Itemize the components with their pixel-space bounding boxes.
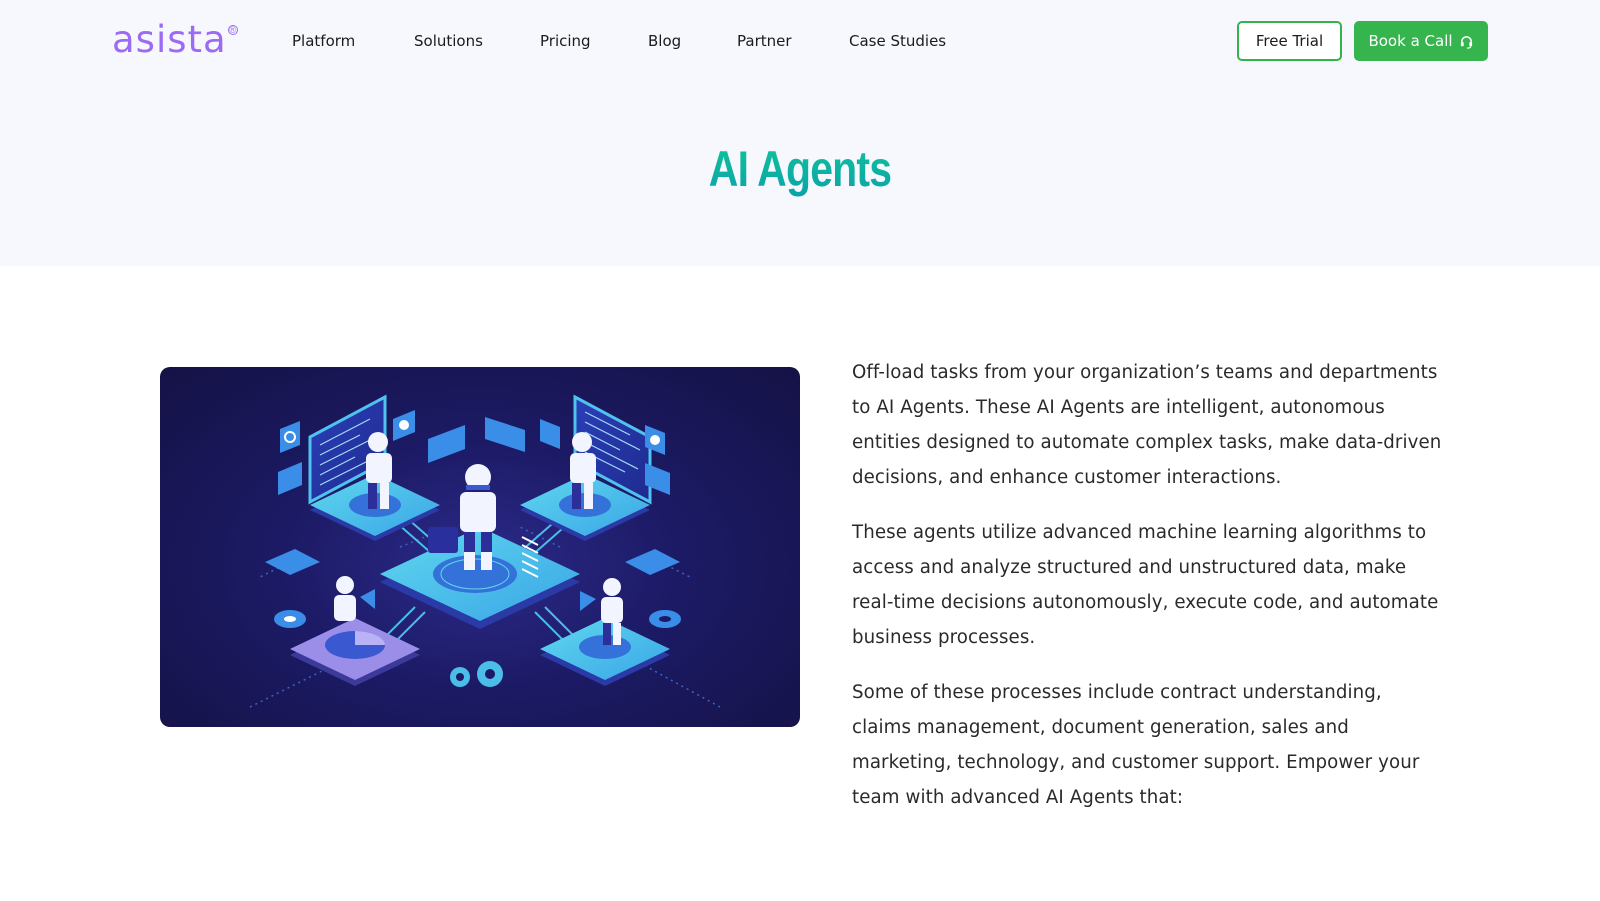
book-a-call-label: Book a Call — [1368, 32, 1453, 50]
free-trial-button[interactable]: Free Trial — [1237, 21, 1342, 61]
page-title: AI Agents — [144, 140, 1456, 198]
robot-bottom-left — [334, 576, 375, 621]
registered-mark-icon: ® — [227, 24, 238, 35]
platform-bottom-left — [290, 618, 420, 686]
nav-item-platform[interactable]: Platform — [292, 30, 355, 52]
brand-logo[interactable]: asista ® — [112, 18, 238, 62]
page-title-text: AI Agents — [708, 141, 892, 197]
headset-icon — [1460, 35, 1472, 49]
top-navigation: asista ® Platform Solutions Pricing Blog… — [0, 0, 1600, 82]
intro-paragraph-1: Off-load tasks from your organization’s … — [852, 362, 1442, 488]
intro-paragraph-2: These agents utilize advanced machine le… — [852, 522, 1439, 648]
nav-item-blog[interactable]: Blog — [648, 30, 681, 52]
brand-name: asista — [112, 18, 227, 61]
ai-agents-illustration — [160, 367, 800, 727]
gears-icon — [450, 661, 503, 687]
nav-item-pricing[interactable]: Pricing — [540, 30, 591, 52]
nav-item-case-studies[interactable]: Case Studies — [849, 30, 946, 52]
intro-content: Off-load tasks from your organization’s … — [852, 355, 1442, 835]
intro-paragraph-3: Some of these processes include contract… — [852, 682, 1420, 808]
platform-center — [380, 527, 580, 629]
illustration-graphic — [249, 394, 721, 708]
nav-item-partner[interactable]: Partner — [737, 30, 792, 52]
book-a-call-button[interactable]: Book a Call — [1354, 21, 1488, 61]
nav-item-solutions[interactable]: Solutions — [414, 30, 483, 52]
